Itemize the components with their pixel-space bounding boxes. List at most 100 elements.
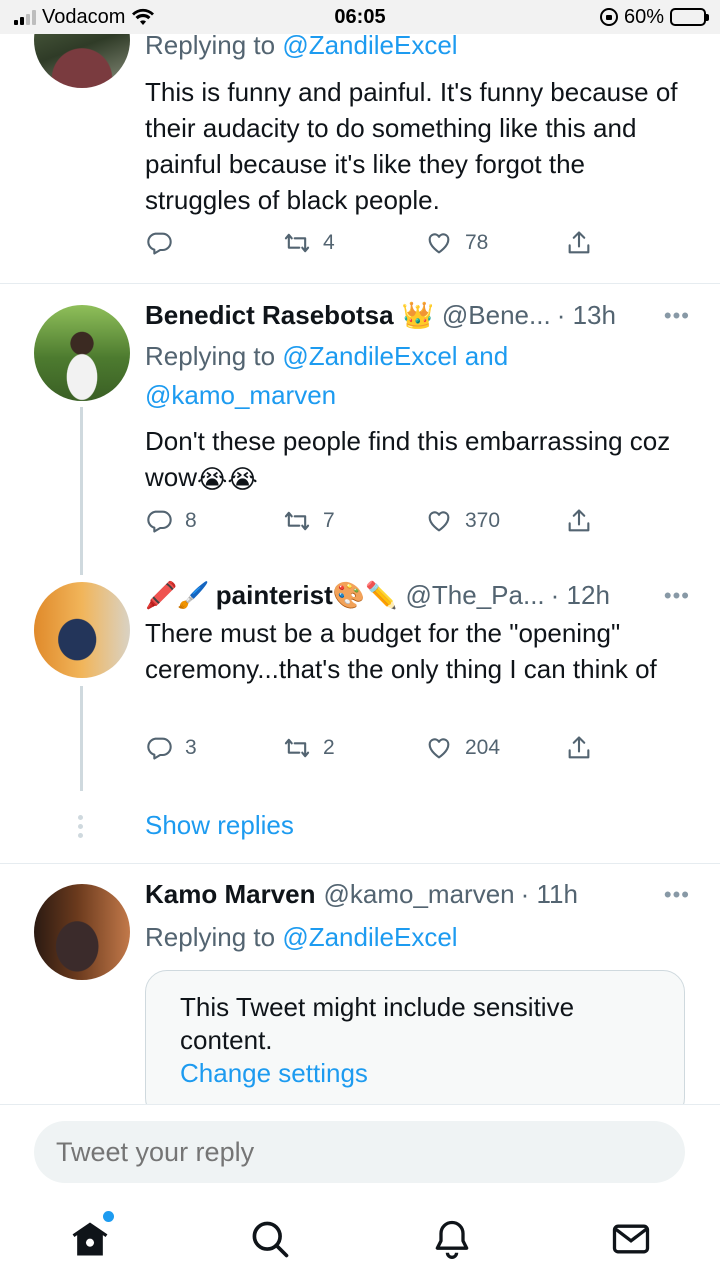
display-name[interactable]: painterist [216, 580, 333, 611]
mention-link[interactable]: @ZandileExcel [282, 922, 457, 952]
sensitive-notice: This Tweet might include sensitive conte… [180, 992, 575, 1055]
replying-to: Replying to @ZandileExcel and @kamo_marv… [145, 341, 509, 410]
status-right: 60% [446, 5, 709, 29]
carrier-label: Vodacom [42, 5, 126, 28]
user-handle[interactable]: @Bene... [442, 300, 551, 331]
retweet-icon [284, 738, 310, 758]
retweet-button[interactable]: 4 [283, 229, 335, 257]
more-replies-dots-icon [78, 815, 83, 838]
tweet-text: Don't these people find this embarrassin… [145, 423, 684, 497]
like-button[interactable]: 370 [425, 507, 500, 535]
mention-link[interactable]: @ZandileExcel [282, 30, 457, 60]
like-count: 204 [465, 736, 501, 759]
battery-percent: 60% [623, 5, 664, 28]
display-name[interactable]: Benedict Rasebotsa [145, 300, 394, 331]
mention-link[interactable]: @ZandileExcel [282, 341, 457, 371]
reply-button[interactable]: 3 [145, 734, 197, 762]
mention-link-2[interactable]: @kamo_marven [145, 380, 336, 410]
tweet-text: There must be a budget for the "opening"… [145, 618, 657, 684]
thread-line [80, 686, 83, 791]
tab-notifications[interactable] [430, 1217, 474, 1261]
tweet-2[interactable]: Benedict Rasebotsa 👑 @Bene... · 13h ••• … [0, 285, 720, 575]
tweet-3[interactable]: 🖍️🖌️ painterist 🎨✏️ @The_Pa... · 12h •••… [0, 570, 720, 800]
share-icon [568, 509, 590, 532]
like-count: 78 [465, 231, 489, 254]
home-icon [72, 1222, 108, 1256]
status-left: Vodacom [14, 6, 274, 29]
rotation-lock-icon [599, 8, 618, 26]
divider [0, 283, 720, 284]
show-replies-link[interactable]: Show replies [145, 810, 294, 841]
avatar[interactable] [34, 305, 130, 401]
like-button[interactable]: 78 [425, 229, 488, 257]
bottom-bar [0, 1104, 720, 1280]
retweet-icon [284, 511, 310, 531]
share-button[interactable] [565, 507, 593, 535]
retweet-count: 7 [323, 509, 335, 532]
retweet-button[interactable]: 2 [283, 734, 335, 762]
notification-dot [103, 1211, 114, 1222]
like-count: 370 [465, 509, 501, 532]
thread-line [80, 407, 83, 575]
avatar[interactable] [34, 884, 130, 980]
reply-input[interactable] [34, 1121, 685, 1183]
change-settings-link[interactable]: Change settings [180, 1057, 650, 1090]
status-bar: Vodacom 06:05 60% [0, 0, 720, 34]
mention-and: and [457, 341, 509, 371]
more-options-icon[interactable]: ••• [664, 882, 690, 908]
retweet-count: 2 [323, 736, 335, 759]
status-time: 06:05 [334, 5, 386, 28]
reply-icon [147, 737, 172, 760]
reply-count: 3 [185, 736, 197, 759]
crayon-brush-emoji: 🖍️🖌️ [145, 580, 210, 610]
retweet-icon [284, 233, 310, 253]
avatar[interactable] [34, 582, 130, 678]
heart-icon [428, 511, 450, 532]
tweet-actions: 4 78 [145, 229, 605, 263]
user-handle[interactable]: @kamo_marven [324, 879, 515, 910]
tweet-4[interactable]: Kamo Marven @kamo_marven · 11h ••• Reply… [0, 864, 720, 1120]
heart-icon [428, 738, 450, 759]
reply-icon [147, 232, 172, 255]
share-icon [568, 231, 590, 254]
sensitive-content-card: This Tweet might include sensitive conte… [145, 970, 685, 1120]
tweet-1[interactable]: Replying to @ZandileExcel This is funny … [0, 0, 720, 284]
like-button[interactable]: 204 [425, 734, 500, 762]
palette-pencil-emoji: 🎨✏️ [332, 580, 398, 610]
display-name[interactable]: Kamo Marven [145, 879, 316, 910]
share-icon [568, 736, 590, 759]
replying-to: Replying to @ZandileExcel [145, 922, 458, 952]
more-options-icon[interactable]: ••• [664, 303, 690, 329]
tweet-actions: 8 7 370 [145, 507, 605, 541]
tweet-header: Benedict Rasebotsa 👑 @Bene... · 13h ••• [145, 300, 690, 331]
tweet-header: 🖍️🖌️ painterist 🎨✏️ @The_Pa... · 12h ••• [145, 580, 690, 611]
more-options-icon[interactable]: ••• [664, 583, 690, 609]
notifications-icon [435, 1220, 469, 1259]
battery-icon [670, 8, 709, 26]
tab-home[interactable] [68, 1211, 114, 1261]
retweet-button[interactable]: 7 [283, 507, 335, 535]
reply-button[interactable]: 8 [145, 507, 197, 535]
tweet-time: · 11h [520, 879, 578, 909]
tweet-time: · 12h [550, 580, 610, 610]
tweet-time: · 13h [556, 300, 616, 330]
tweet-text: This is funny and painful. It's funny be… [145, 77, 678, 215]
tweet-actions: 3 2 204 [145, 734, 605, 768]
heart-icon [428, 233, 450, 254]
reply-button[interactable] [145, 229, 185, 257]
tab-bar [0, 1209, 720, 1269]
tweet-header: Kamo Marven @kamo_marven · 11h ••• [145, 879, 690, 910]
share-button[interactable] [565, 734, 593, 762]
signal-icon [14, 9, 36, 25]
tab-messages[interactable] [609, 1217, 653, 1261]
share-button[interactable] [565, 229, 593, 257]
messages-icon [612, 1224, 650, 1254]
tab-search[interactable] [248, 1217, 292, 1261]
search-icon [252, 1221, 289, 1258]
wifi-icon [132, 8, 155, 25]
crying-emoji: 😭😭 [197, 464, 258, 495]
user-handle[interactable]: @The_Pa... [406, 580, 545, 611]
reply-icon [147, 510, 172, 533]
retweet-count: 4 [323, 231, 335, 254]
crown-emoji: 👑 [401, 300, 434, 330]
